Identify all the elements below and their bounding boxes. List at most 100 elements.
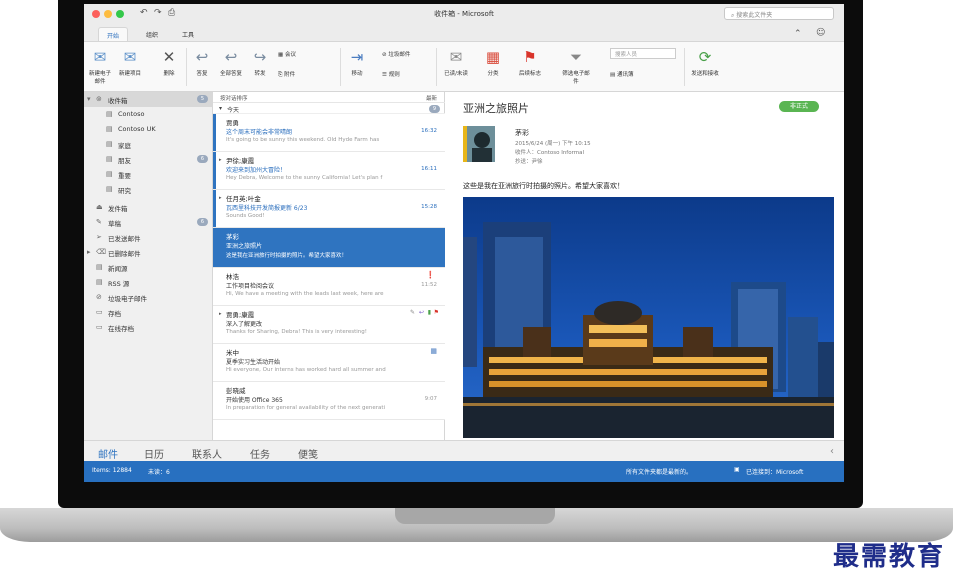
cc-recipients: 抄送：尹徐	[515, 159, 543, 165]
tab-organize[interactable]: 组织	[138, 27, 166, 41]
address-book-button[interactable]: ▤ 通讯簿	[610, 70, 633, 78]
item-count: Items: 12884	[92, 467, 132, 474]
folder-deleted[interactable]: ▸ ⌫ 已删除邮件	[84, 245, 213, 260]
attachment-icon: ✎	[409, 309, 415, 316]
folder-icon: ▤	[106, 155, 113, 163]
message-subject: 亚洲之旅照片	[463, 102, 529, 115]
list-item[interactable]: ▸ 贾勇;康霞 深入了解更改 Thanks for Sharing, Debra…	[213, 306, 445, 344]
rules-button[interactable]: ☰ 规则	[382, 70, 400, 78]
search-folder-input[interactable]: ⌕ 搜索此文件夹	[724, 7, 834, 20]
delete-button[interactable]: ✕ 删除	[158, 47, 180, 77]
outbox-icon: ⏏	[96, 203, 103, 211]
unread-indicator	[213, 152, 216, 189]
folder-contoso-uk[interactable]: ▤ Contoso UK	[84, 122, 213, 137]
unread-count: 未读：6	[148, 469, 170, 476]
follow-up-button[interactable]: ⚑ 后续标志	[516, 47, 544, 77]
sort-dropdown[interactable]: 按对话排序	[220, 94, 248, 102]
ribbon-divider	[340, 48, 341, 86]
read-unread-button[interactable]: ✉ 已读/未读	[440, 47, 472, 77]
folder-news-feed[interactable]: ▤ 新闻源	[84, 260, 213, 275]
sender-name[interactable]: 茅彩	[515, 128, 529, 138]
rss-icon: ▤	[96, 278, 103, 286]
tab-home[interactable]: 开始	[98, 27, 129, 41]
folder-inbox[interactable]: ▾ ⊚ 收件箱 5	[84, 92, 213, 107]
folder-archive[interactable]: ▭ 存档	[84, 305, 213, 320]
folder-contoso[interactable]: ▤ Contoso	[84, 107, 213, 122]
message-body: 这些是我在亚洲旅行时拍摄的照片。希望大家喜欢！	[463, 182, 624, 190]
forward-button[interactable]: ↪ 转发	[248, 47, 272, 77]
nav-calendar[interactable]: 日历	[144, 446, 164, 461]
folder-junk[interactable]: ⊘ 垃圾电子邮件	[84, 290, 213, 305]
unread-count-badge: 5	[196, 95, 208, 103]
expand-thread-icon[interactable]: ▸	[219, 157, 222, 163]
folder-important[interactable]: ▤ 重要	[84, 167, 213, 182]
trash-icon: ⌫	[96, 248, 106, 256]
online-archive-icon: ▭	[96, 323, 103, 331]
list-item[interactable]: 米中 夏季实习生活动开始 Hi everyone, Our interns ha…	[213, 344, 445, 382]
list-item[interactable]: 贾勇 这个周末可能会非常晴朗 It's going to be sunny th…	[213, 114, 445, 152]
list-item[interactable]: ▸ 任月英;叶金 瓦西里科技开发简报更新 6/23 Sounds Good! 1…	[213, 190, 445, 228]
send-receive-button[interactable]: ⟳ 发送和接收	[684, 47, 726, 77]
unread-count-badge: 6	[196, 155, 208, 163]
avatar	[463, 126, 495, 162]
reading-pane: 亚洲之旅照片 非正式 茅彩 2015/6/24 (周一) 下午 10:15 收件…	[445, 92, 844, 440]
attached-photo	[463, 197, 834, 438]
nav-tasks[interactable]: 任务	[250, 446, 270, 461]
unread-indicator	[213, 114, 216, 151]
list-item[interactable]: 林浩 工作项目检阅会议 Hi, We have a meeting with t…	[213, 268, 445, 306]
nav-contacts[interactable]: 联系人	[192, 446, 222, 461]
category-tag[interactable]: 非正式	[779, 101, 819, 112]
search-people-input[interactable]: 搜索人员	[610, 48, 676, 59]
attachment-button[interactable]: ⎘ 附件	[278, 70, 295, 79]
flag-icon[interactable]: ⚑	[434, 309, 439, 316]
list-item[interactable]: 彭晓威 开始使用 Office 365 In preparation for g…	[213, 382, 445, 420]
list-item[interactable]: ▸ 尹徐;康霞 欢迎来到加州大冒险！ Hey Debra, Welcome to…	[213, 152, 445, 190]
junk-button[interactable]: ⊘ 垃圾邮件	[382, 50, 410, 58]
folder-friends[interactable]: ▤ 朋友 6	[84, 152, 213, 167]
expand-thread-icon[interactable]: ▸	[219, 195, 222, 201]
folder-rss[interactable]: ▤ RSS 源	[84, 275, 213, 290]
smiley-feedback-icon[interactable]: ☺	[816, 28, 825, 38]
drafts-icon: ✎	[96, 218, 102, 226]
folder-pane: ▾ ⊚ 收件箱 5 ▤ Contoso ▤ Contoso UK ▤ 家庭 ▤ 朋友 6 ▤ 重要…	[84, 92, 213, 440]
list-item-selected[interactable]: 茅彩 亚洲之旅照片 这是我在亚洲旅行时拍摄的照片。希望大家喜欢！	[213, 228, 445, 268]
categorize-button[interactable]: ▦ 分类	[482, 47, 504, 77]
unread-indicator	[213, 190, 216, 227]
recipients: 收件人：Contoso Informal	[515, 150, 585, 156]
folder-online-archive[interactable]: ▭ 在线存档	[84, 320, 213, 335]
collapse-pane-icon[interactable]: ‹	[830, 446, 834, 457]
category-icon: ▮	[427, 309, 431, 316]
ribbon: ✉ 新建电子邮件 ✉ 新建项目 ✕ 删除 ↩ 答复 ↩ 全部答复 ↪ 转发 ▦ 会议 ⎘ 附…	[84, 42, 844, 92]
folder-sent[interactable]: ➢ 已发送邮件	[84, 230, 213, 245]
avatar-photo	[467, 126, 495, 162]
new-email-button[interactable]: ✉ 新建电子邮件	[88, 47, 112, 85]
filter-icon: ⏷	[569, 48, 582, 66]
reply-button[interactable]: ↩ 答复	[190, 47, 214, 77]
folder-research[interactable]: ▤ 研究	[84, 182, 213, 197]
folder-icon: ▤	[106, 110, 113, 118]
bottom-navigation: 邮件 日历 联系人 任务 便笺 ‹	[84, 440, 844, 461]
expand-thread-icon[interactable]: ▸	[219, 311, 222, 317]
sync-icon: ⟳	[698, 48, 712, 66]
folder-icon: ▤	[106, 125, 113, 133]
expand-arrow-icon: ▸	[87, 248, 91, 256]
importance-icon: ❗	[426, 271, 435, 279]
news-icon: ▤	[96, 263, 103, 271]
tab-tools[interactable]: 工具	[174, 27, 202, 41]
filter-email-button[interactable]: ⏷ 筛选电子邮件	[562, 47, 590, 85]
group-header-today[interactable]: ▾ 今天 9	[213, 103, 445, 114]
folder-drafts[interactable]: ✎ 草稿 6	[84, 215, 213, 230]
status-bar: Items: 12884 未读：6 所有文件夹都是最新的。 ▣ 已连接到：Mic…	[84, 461, 844, 482]
nav-notes[interactable]: 便笺	[298, 446, 318, 461]
reply-icon: ↩	[195, 48, 209, 66]
move-button[interactable]: ⇥ 移动	[346, 47, 368, 77]
folder-family[interactable]: ▤ 家庭	[84, 137, 213, 152]
collapse-ribbon-icon[interactable]: ⌃	[794, 29, 802, 39]
reply-all-button[interactable]: ↩ 全部答复	[218, 47, 244, 77]
nav-mail[interactable]: 邮件	[98, 446, 118, 461]
new-item-button[interactable]: ✉ 新建项目	[116, 47, 144, 77]
folder-outbox[interactable]: ⏏ 发件箱	[84, 200, 213, 215]
order-dropdown[interactable]: 最新	[426, 94, 437, 102]
meeting-button[interactable]: ▦ 会议	[278, 50, 296, 58]
folder-icon: ▤	[106, 185, 113, 193]
